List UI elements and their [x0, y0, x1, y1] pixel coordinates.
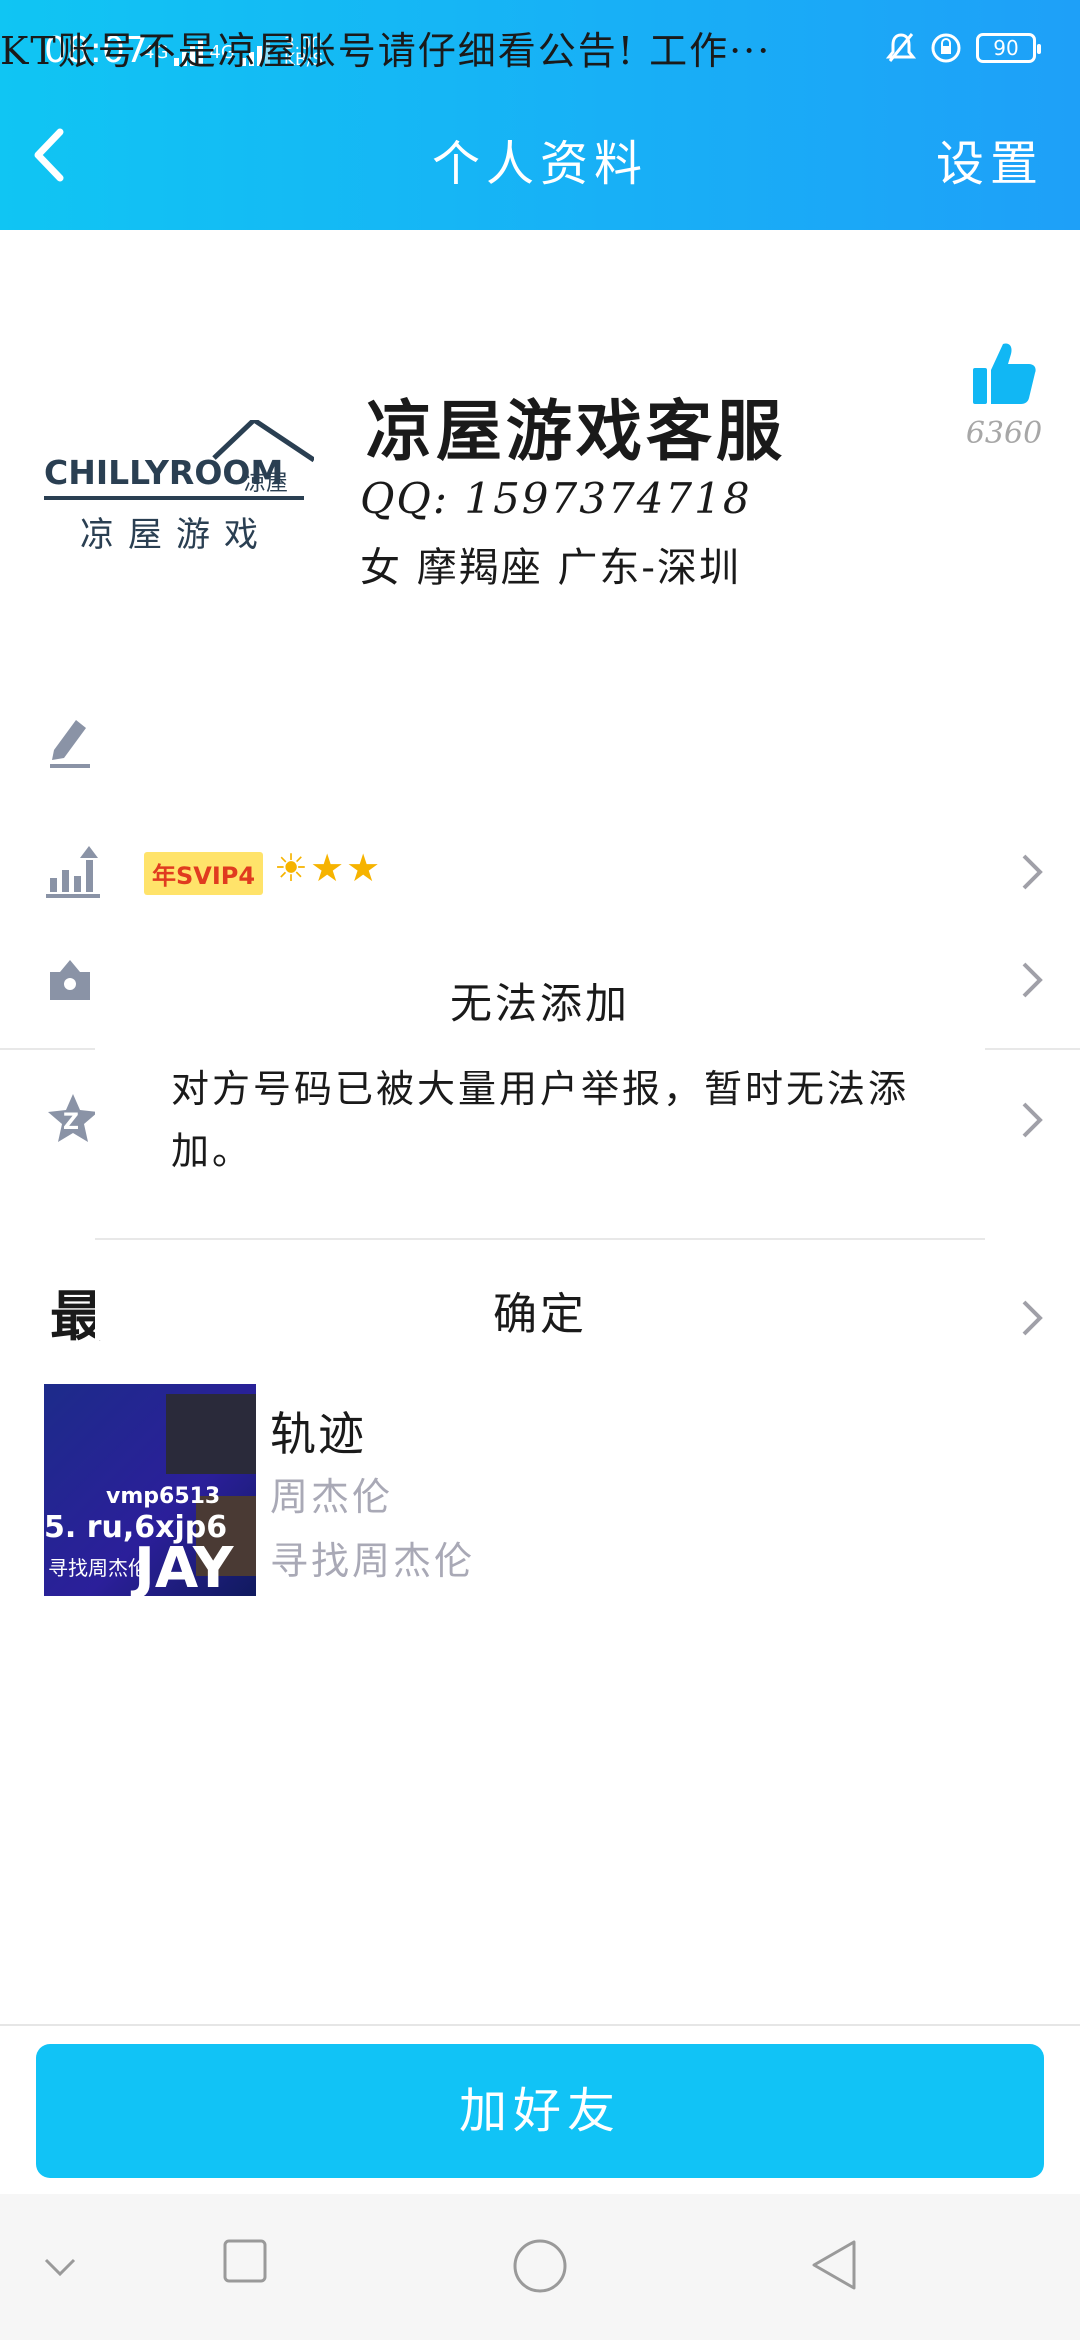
page-title: 个人资料 [431, 136, 648, 192]
logo-subtitle: 凉屋游戏 [80, 515, 272, 555]
signature-row[interactable] [0, 690, 1080, 805]
dialog-message: 对方号码已被大量用户举报，暂时无法添加。 [171, 1067, 910, 1173]
cover-text-3: 寻找周杰伦 [48, 1556, 148, 1580]
rotation-lock-icon [931, 33, 961, 63]
settings-button[interactable]: 设置 [936, 124, 1044, 194]
chillyroom-logo: CHILLYROOM 凉屋 凉屋游戏 [44, 416, 316, 555]
chevron-right-icon [1022, 1102, 1043, 1138]
svg-text:Z: Z [63, 1110, 79, 1135]
gift-icon [50, 960, 90, 1000]
signature-text: KT账号不是凉屋账号请仔细看公告! 工作··· [0, 29, 772, 73]
dialog-title: 无法添加 [449, 979, 630, 1028]
song-album: 寻找周杰伦 [270, 1539, 476, 1583]
like-button[interactable]: 6360 [964, 340, 1044, 451]
song-title[interactable]: 轨迹 [270, 1398, 366, 1464]
chevron-right-icon [1022, 854, 1043, 890]
logo-mark: 凉屋 [244, 471, 288, 496]
bottom-bar: 加好友 [0, 2024, 1080, 2194]
dialog-confirm-button[interactable]: 确定 [95, 1278, 985, 1342]
qq-number[interactable]: QQ: 1597374718 [360, 474, 752, 523]
alert-dialog: 无法添加 对方号码已被大量用户举报，暂时无法添加。 确定 [95, 930, 985, 1340]
like-count: 6360 [965, 416, 1043, 451]
nav-bar: 个人资料 设置 [0, 110, 1080, 230]
profile-info: 女 摩羯座 广东-深圳 [360, 545, 741, 591]
chevron-right-icon [1022, 962, 1043, 998]
album-cover[interactable]: vmp6513 5. ru,6xjp6 寻找周杰伦 JAY [44, 1384, 256, 1596]
cover-text-4: JAY [134, 1536, 234, 1596]
profile-card: CHILLYROOM 凉屋 凉屋游戏 凉屋游戏客服 QQ: 1597374718… [0, 230, 1080, 650]
dialog-divider [95, 1238, 985, 1240]
vip-stars: ☀★★ [274, 846, 383, 890]
avatar[interactable]: CHILLYROOM 凉屋 凉屋游戏 [44, 416, 316, 560]
home-circle-icon[interactable] [512, 2238, 568, 2294]
thumbs-up-icon [973, 343, 1036, 404]
cover-text-1: vmp6513 [106, 1484, 221, 1509]
add-friend-button[interactable]: 加好友 [36, 2044, 1044, 2178]
chevron-down-icon[interactable] [42, 2256, 78, 2280]
svip-badge: 年SVIP4 [144, 852, 264, 895]
level-up-icon [46, 846, 100, 898]
system-nav-bar [0, 2194, 1080, 2340]
status-right: 90 [886, 32, 1041, 64]
qzone-icon: Z [48, 1094, 98, 1142]
recents-square-icon[interactable] [222, 2238, 268, 2284]
profile-name: 凉屋游戏客服 [366, 392, 786, 470]
edit-icon [50, 720, 90, 768]
battery-icon: 90 [976, 33, 1041, 63]
song-artist: 周杰伦 [270, 1475, 394, 1519]
chevron-right-icon [1022, 1300, 1043, 1336]
back-triangle-icon[interactable] [808, 2238, 858, 2292]
bell-off-icon [886, 33, 916, 62]
